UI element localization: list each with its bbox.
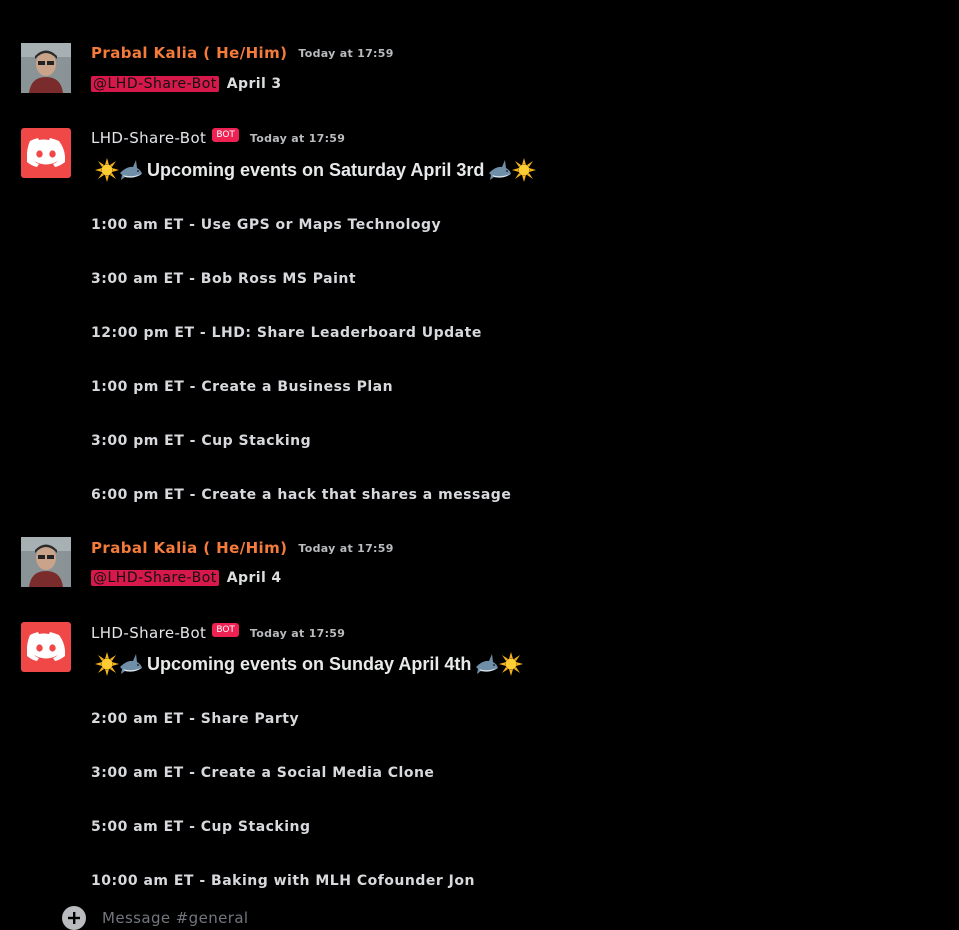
event-item: 2:00 am ET - Share Party (91, 711, 300, 727)
event-item: 1:00 am ET - Use GPS or Maps Technology (91, 217, 442, 233)
heading-text: Upcoming events on Saturday April 3rd (147, 159, 485, 180)
author-name[interactable]: Prabal Kalia ( He/Him) (91, 44, 287, 62)
event-item: 5:00 am ET - Cup Stacking (91, 819, 311, 835)
bot-tag: BOT (212, 128, 239, 142)
event-item: 1:00 pm ET - Create a Business Plan (91, 379, 394, 395)
timestamp: Today at 17:59 (298, 46, 394, 60)
message-text: April 4 (226, 570, 282, 586)
shark-icon (120, 160, 142, 180)
timestamp: Today at 17:59 (249, 131, 346, 145)
discord-logo-icon (27, 632, 65, 661)
sun-icon (95, 158, 119, 182)
author-name[interactable]: LHD-Share-Bot (91, 129, 206, 147)
mention[interactable]: @LHD-Share-Bot (91, 76, 219, 92)
bot-tag: BOT (212, 623, 239, 637)
event-item: 3:00 am ET - Create a Social Media Clone (91, 765, 435, 781)
message-header: LHD-Share-Bot BOT Today at 17:59 (91, 623, 346, 642)
message-content: @LHD-Share-Bot April 3 (91, 76, 282, 92)
shark-icon (489, 160, 512, 180)
sun-icon (499, 652, 524, 676)
shark-icon (476, 654, 499, 674)
message-header: LHD-Share-Bot BOT Today at 17:59 (91, 128, 346, 147)
shark-icon (120, 654, 142, 674)
discord-logo-icon (27, 138, 65, 167)
message-composer (62, 906, 882, 930)
event-item: 6:00 pm ET - Create a hack that shares a… (91, 487, 512, 503)
timestamp: Today at 17:59 (249, 626, 346, 640)
events-heading: Upcoming events on Sunday April 4th (95, 652, 524, 676)
message-text: April 3 (226, 76, 282, 92)
plus-circle-icon (68, 912, 80, 924)
message-header: Prabal Kalia ( He/Him) Today at 17:59 (91, 44, 394, 62)
event-item: 12:00 pm ET - LHD: Share Leaderboard Upd… (91, 325, 482, 341)
event-item: 3:00 pm ET - Cup Stacking (91, 433, 312, 449)
author-name[interactable]: LHD-Share-Bot (91, 624, 206, 642)
avatar[interactable] (21, 622, 71, 672)
sun-icon (512, 158, 537, 182)
avatar[interactable] (21, 43, 71, 93)
message-header: Prabal Kalia ( He/Him) Today at 17:59 (91, 539, 394, 557)
mention[interactable]: @LHD-Share-Bot (91, 570, 219, 586)
avatar[interactable] (21, 128, 71, 178)
add-attachment-button[interactable] (62, 906, 86, 930)
timestamp: Today at 17:59 (298, 541, 394, 555)
event-item: 10:00 am ET - Baking with MLH Cofounder … (91, 873, 475, 889)
author-name[interactable]: Prabal Kalia ( He/Him) (91, 539, 287, 557)
event-item: 3:00 am ET - Bob Ross MS Paint (91, 271, 357, 287)
message-content: @LHD-Share-Bot April 4 (91, 570, 282, 586)
message-input[interactable] (102, 907, 882, 929)
avatar[interactable] (21, 537, 71, 587)
heading-text: Upcoming events on Sunday April 4th (147, 653, 472, 674)
events-heading: Upcoming events on Saturday April 3rd (95, 158, 537, 182)
sun-icon (95, 652, 119, 676)
chat-messages: Prabal Kalia ( He/Him) Today at 17:59 @L… (0, 0, 959, 930)
